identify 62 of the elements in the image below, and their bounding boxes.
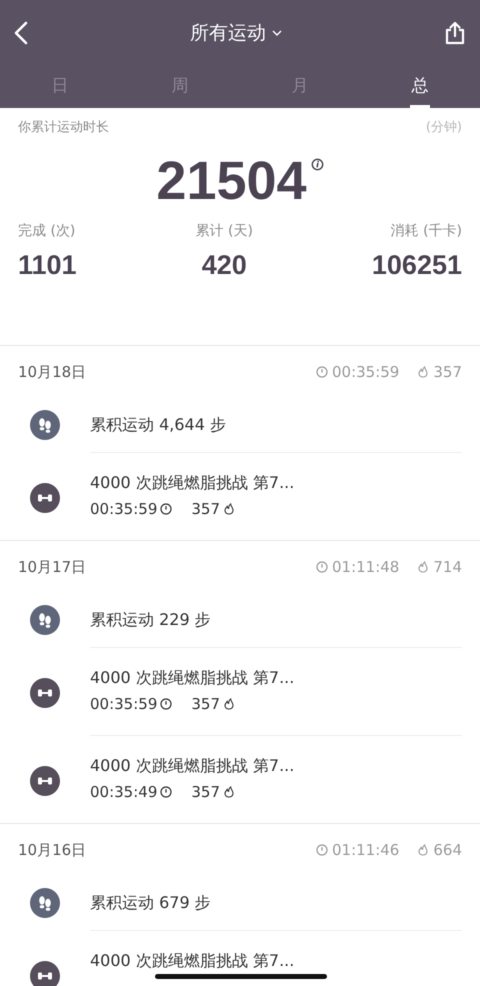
activity-row[interactable]: 累积运动 4,644 步 [0,398,480,452]
clock-icon [160,503,172,515]
dumbbell-icon [30,961,60,986]
calories-text: 357 [433,363,462,381]
dumbbell-icon [30,766,60,796]
activity-title: 4000 次跳绳燃脂挑战 第7... [90,951,296,972]
activity-title: 4000 次跳绳燃脂挑战 第7... [90,756,296,777]
dumbbell-icon [30,483,60,513]
stat-label: 消耗 (千卡) [390,222,462,240]
stat-label: 完成 (次) [18,222,76,240]
footprints-icon [30,605,60,635]
duration-text: 00:35:49 [90,783,158,801]
activity-title: 4000 次跳绳燃脂挑战 第7... [90,668,296,689]
flame-icon [417,844,430,856]
activity-row[interactable]: 4000 次跳绳燃脂挑战 第7... 00:35:59 357 [0,452,480,540]
activity-row[interactable]: 4000 次跳绳燃脂挑战 第7... 00:35:59 357 [0,647,480,735]
activity-title: 累积运动 679 步 [90,892,212,914]
flame-icon [223,786,236,798]
duration-text: 01:11:46 [332,841,400,859]
flame-icon [417,366,430,378]
activity-row[interactable]: 累积运动 679 步 [0,876,480,930]
stat-label: 累计 (天) [196,222,253,240]
duration-text: 01:11:48 [332,558,400,576]
calories-text: 714 [433,558,462,576]
activity-title: 累积运动 4,644 步 [90,414,227,436]
duration-text: 00:35:59 [90,695,158,713]
calories-text: 357 [191,500,220,518]
duration-text: 00:35:59 [90,500,158,518]
clock-icon [160,786,172,798]
dumbbell-icon [30,678,60,708]
date-label: 10月16日 [18,840,86,860]
flame-icon [223,503,236,515]
stat-value: 420 [202,250,247,281]
clock-icon [316,844,328,856]
activity-row[interactable]: 累积运动 229 步 [0,593,480,647]
date-label: 10月18日 [18,362,86,382]
summary-label: 你累计运动时长 [18,119,109,136]
clock-icon [316,366,328,378]
caret-icon [272,30,282,36]
tab[interactable]: 总 [410,66,430,108]
unit-label: (分钟) [426,119,462,136]
footprints-icon [30,410,60,440]
footprints-icon [30,888,60,918]
activity-title: 4000 次跳绳燃脂挑战 第7... [90,473,296,494]
activity-row[interactable]: 4000 次跳绳燃脂挑战 第7... 00:35:49 357 [0,735,480,823]
share-icon[interactable] [444,21,466,45]
back-icon[interactable] [14,21,28,45]
title-dropdown[interactable]: 所有运动 [190,20,282,46]
calories-text: 357 [191,783,220,801]
duration-text: 00:35:59 [332,363,400,381]
total-value: 21504 [156,154,307,208]
stat-value: 106251 [372,250,462,281]
flame-icon [417,561,430,573]
date-label: 10月17日 [18,558,86,576]
clock-icon [160,698,172,710]
calories-text: 357 [191,695,220,713]
calories-text: 664 [433,841,462,859]
flame-icon [223,698,236,710]
clock-icon [316,561,328,573]
stat-value: 1101 [18,250,77,281]
activity-title: 累积运动 229 步 [90,610,212,630]
info-icon[interactable] [310,158,324,171]
